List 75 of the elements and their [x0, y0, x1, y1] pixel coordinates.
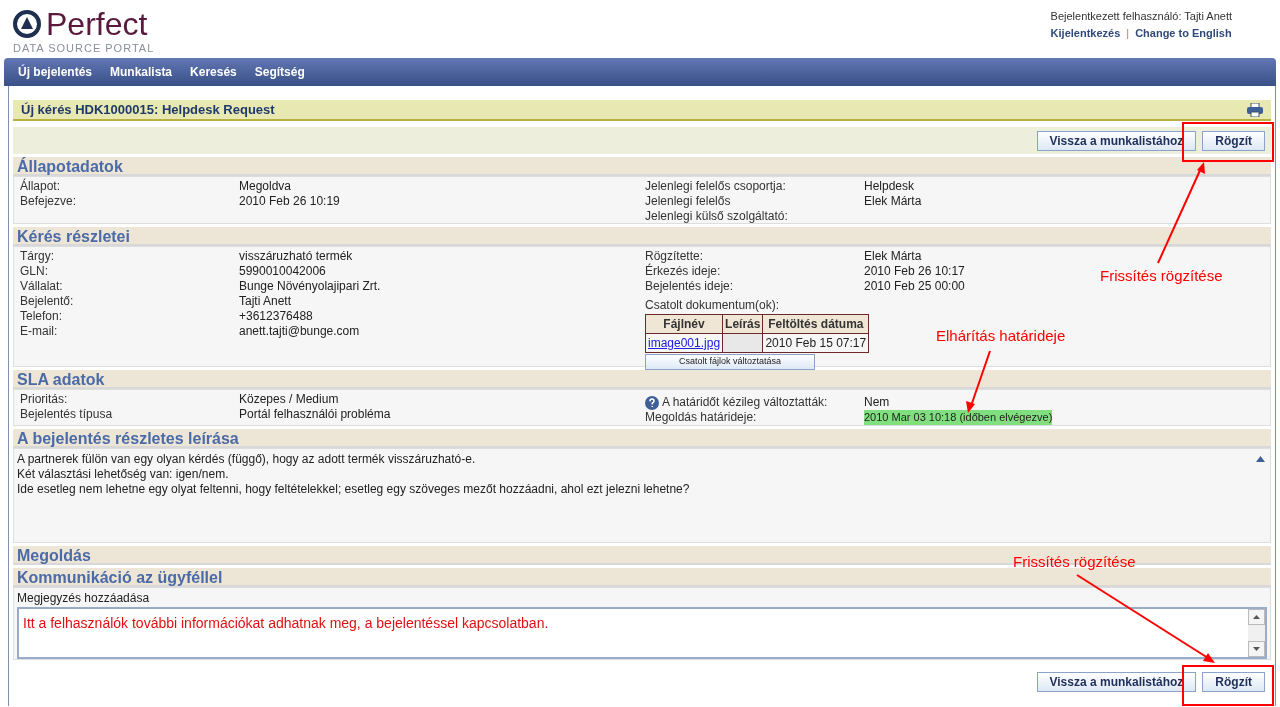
field-label: Érkezés ideje: [645, 264, 722, 279]
nav-item[interactable]: Segítség [254, 63, 305, 81]
field-label: Jelenlegi külső szolgáltató: [645, 209, 789, 224]
field-label: Prioritás: [20, 392, 69, 407]
field-label: Megjegyzés hozzáadása [17, 590, 151, 607]
field-label: Tárgy: [20, 249, 55, 264]
form-button[interactable]: Vissza a munkalistához [1036, 130, 1197, 151]
annotation-arrow [964, 348, 994, 414]
logo-tagline: DATA SOURCE PORTAL [12, 41, 155, 56]
form-button[interactable]: Rögzít [1202, 130, 1265, 151]
field-value: Tajti Anett [239, 294, 292, 309]
nav-item[interactable]: Keresés [190, 63, 237, 81]
field-label: Vállalat: [20, 279, 64, 294]
description-line: Két választási lehetőség van: igen/nem. [17, 467, 230, 482]
print-icon[interactable] [1247, 102, 1263, 117]
field-label: E-mail: [20, 324, 59, 339]
field-label: Befejezve: [20, 194, 78, 209]
field-value: Közepes / Medium [239, 392, 339, 407]
scrollbar[interactable] [1248, 609, 1265, 657]
logo-icon [12, 9, 42, 39]
scroll-down-icon[interactable] [1248, 641, 1265, 657]
field-label: Rögzítette: [645, 249, 705, 264]
column-header: Fájlnév [645, 314, 723, 334]
header-link[interactable]: Kijelentkezés [1050, 24, 1121, 41]
field-label: Bejelentő: [20, 294, 75, 309]
field-value: 5990010042006 [239, 264, 326, 279]
field-value: 2010 Mar 03 10:18 (időben elvégezve) [864, 410, 1053, 425]
comment-field[interactable]: Itt a felhasználók további információkat adhatnak meg, a bejelentéssel kapcsolatban. [17, 607, 1267, 659]
column-header: Feltöltés dátuma [762, 314, 869, 334]
field-value: Megoldva [239, 179, 292, 194]
field-label: Jelenlegi felelős csoportja: [645, 179, 787, 194]
field-label: Bejelentés ideje: [645, 279, 735, 294]
column-header: Leírás [722, 314, 763, 334]
field-label: Állapot: [20, 179, 62, 194]
annotation-label: Frissítés rögzítése [1100, 266, 1223, 286]
field-value: Helpdesk [864, 179, 915, 194]
section-header: Állapotadatok [13, 157, 1271, 176]
scroll-up-icon[interactable] [1248, 609, 1265, 625]
page-title: Új kérés HDK1000015: Helpdesk Request [21, 100, 275, 119]
table-cell: 2010 Feb 15 07:17 [762, 333, 869, 353]
scroll-up-icon[interactable] [1256, 456, 1265, 464]
logo-text: Perfect [46, 8, 148, 40]
separator: | [1126, 25, 1130, 41]
field-value: Portál felhasználói probléma [239, 407, 391, 422]
field-label: Jelenlegi felelős [645, 194, 732, 209]
field-label: GLN: [20, 264, 49, 279]
help-icon[interactable] [645, 395, 659, 410]
field-value: visszáruzható termék [239, 249, 353, 264]
change-attachments-button[interactable]: Csatolt fájlok változtatása [645, 354, 815, 370]
field-value: Bunge Növényolajipari Zrt. [239, 279, 381, 294]
form-button[interactable]: Rögzít [1202, 672, 1265, 692]
section-header: SLA adatok [13, 370, 1271, 389]
nav-item[interactable]: Új bejelentés [18, 63, 93, 81]
field-value: Elek Márta [864, 194, 922, 209]
section-header: Kérés részletei [13, 227, 1271, 246]
field-value: 2010 Feb 25 00:00 [864, 279, 965, 294]
description-line: A partnerek fülön van egy olyan kérdés (függő), hogy az adott termék visszáruzható-e. [17, 452, 477, 467]
field-value: anett.tajti@bunge.com [239, 324, 360, 339]
header-link[interactable]: Change to English [1135, 24, 1232, 41]
field-value: 2010 Feb 26 10:17 [864, 264, 965, 279]
section-header: A bejelentés részletes leírása [13, 429, 1271, 448]
field-label: A határidőt kézileg változtatták: [645, 395, 864, 410]
field-value: Elek Márta [864, 249, 922, 264]
field-label: Telefon: [20, 309, 64, 324]
field-value: +3612376488 [239, 309, 313, 324]
field-value: Nem [864, 395, 890, 410]
field-label: Bejelentés típusa [20, 407, 114, 422]
form-button[interactable]: Vissza a munkalistához [1036, 672, 1197, 692]
attachments-label: Csatolt dokumentum(ok): [645, 297, 780, 314]
field-label: Megoldás határideje: [645, 410, 758, 425]
field-value: 2010 Feb 26 10:19 [239, 194, 340, 209]
annotation-label: Elhárítás határideje [936, 326, 1066, 346]
nav-item[interactable]: Munkalista [110, 63, 173, 81]
logged-in-user: Bejelentkezett felhasználó: Tajti Anett [1050, 9, 1232, 24]
description-line: Ide esetleg nem lehetne egy olyat feltenni, hogy feltételekkel; esetleg egy szöveges mezőt hozzáadni, ahol ezt jelezni lehetne? [17, 482, 690, 497]
